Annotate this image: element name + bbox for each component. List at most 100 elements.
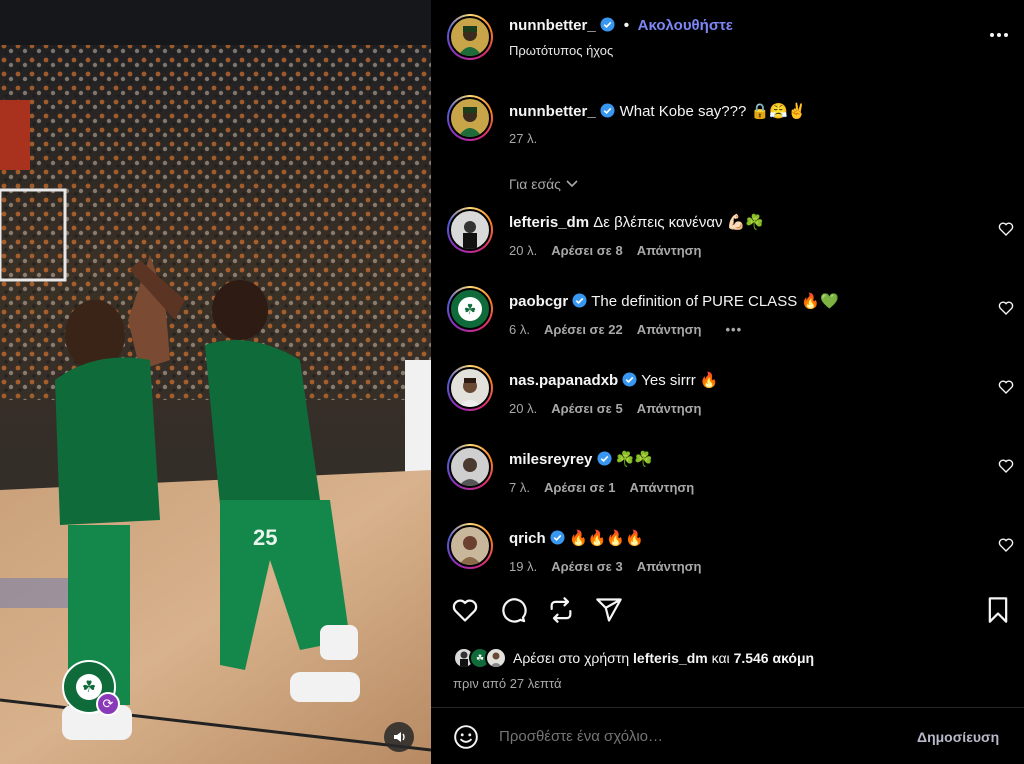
comment-line: milesreyrey ☘️☘️ — [509, 450, 653, 468]
jersey-number: 25 — [253, 525, 277, 550]
comment-text: ☘️☘️ — [615, 451, 654, 468]
comment-time: 7 λ. — [509, 480, 530, 495]
reply-button[interactable]: Απάντηση — [629, 480, 694, 495]
commenter-avatar[interactable]: ☘ — [447, 286, 493, 332]
comment-time: 20 λ. — [509, 243, 538, 258]
emoji-icon[interactable] — [453, 724, 479, 750]
commenter-username[interactable]: qrich — [509, 530, 546, 547]
comment-time: 6 λ. — [509, 322, 530, 337]
verified-badge-icon — [597, 451, 612, 466]
comment-button[interactable] — [497, 594, 529, 626]
post-side-panel: nunnbetter_ • Ακολουθήστε Πρωτότυπος ήχο… — [431, 0, 1024, 764]
follow-button[interactable]: Ακολουθήστε — [638, 17, 733, 34]
reply-button[interactable]: Απάντηση — [637, 322, 702, 337]
comment-line: qrich 🔥🔥🔥🔥 — [509, 529, 644, 547]
commenter-avatar[interactable] — [447, 207, 493, 253]
comment-sort-dropdown[interactable]: Για εσάς — [509, 176, 579, 192]
comment-text: Yes sirrr 🔥 — [641, 372, 719, 389]
caption-line: nunnbetter_ What Kobe say??? 🔒😤✌️ — [509, 102, 807, 121]
comment-likes-button[interactable]: Αρέσει σε 3 — [551, 559, 623, 574]
commenter-avatar[interactable] — [447, 365, 493, 411]
comment-item: nas.papanadxb Yes sirrr 🔥 20 λ. Αρέσει σ… — [431, 365, 1024, 444]
likes-user[interactable]: lefteris_dm — [633, 650, 708, 666]
comment-text: 🔥🔥🔥🔥 — [569, 530, 644, 547]
comment-meta: 20 λ. Αρέσει σε 5 Απάντηση — [509, 401, 701, 416]
comment-meta: 19 λ. Αρέσει σε 3 Απάντηση — [509, 559, 701, 574]
heart-icon — [452, 599, 478, 622]
likes-count-button[interactable]: 7.546 ακόμη — [734, 650, 815, 666]
likes-middle: και — [711, 650, 730, 666]
separator-dot: • — [623, 17, 630, 34]
commenter-avatar[interactable] — [447, 444, 493, 490]
clover-icon: ☘ — [458, 297, 482, 321]
author-avatar[interactable] — [447, 14, 493, 60]
clover-icon: ☘ — [475, 652, 485, 663]
verified-badge-icon — [600, 103, 615, 118]
commenter-username[interactable]: paobcgr — [509, 293, 568, 310]
likes-prefix: Αρέσει στο χρήστη — [513, 650, 630, 666]
author-username[interactable]: nunnbetter_ — [509, 17, 596, 34]
verified-badge-icon — [600, 17, 615, 32]
video-frame: 25 — [0, 0, 431, 764]
instagram-post-viewer: 25 ☘ ⟳ nunnbetter_ • Ακολουθήστε Πρωτότυ… — [0, 0, 1024, 764]
commenter-username[interactable]: lefteris_dm — [509, 214, 589, 231]
post-header: nunnbetter_ • Ακολουθήστε Πρωτότυπος ήχο… — [431, 0, 1024, 75]
caption-time: 27 λ. — [509, 131, 538, 146]
commenter-avatar[interactable] — [447, 523, 493, 569]
comment-meta: 20 λ. Αρέσει σε 8 Απάντηση — [509, 243, 701, 258]
comment-icon — [502, 598, 527, 623]
more-options-icon[interactable] — [986, 25, 1012, 45]
comment-text: Δε βλέπεις κανέναν 💪🏻☘️ — [593, 214, 765, 231]
audio-icon — [394, 732, 405, 742]
posted-time: πριν από 27 λεπτά — [453, 676, 562, 691]
caption-text: What Kobe say??? 🔒😤✌️ — [619, 103, 807, 120]
share-button[interactable] — [593, 594, 625, 626]
post-comment-button[interactable]: Δημοσίευση — [917, 729, 999, 745]
caption-author-avatar[interactable] — [447, 95, 493, 141]
chevron-down-icon — [566, 180, 578, 188]
comment-meta: 6 λ. Αρέσει σε 22 Απάντηση ••• — [509, 322, 742, 337]
heart-icon[interactable] — [998, 379, 1014, 395]
commenter-username[interactable]: milesreyrey — [509, 451, 592, 468]
comment-more-options[interactable]: ••• — [725, 322, 742, 337]
comment-input[interactable] — [499, 728, 879, 745]
heart-icon[interactable] — [998, 537, 1014, 553]
save-button[interactable] — [982, 594, 1014, 626]
action-bar — [431, 594, 1024, 630]
heart-icon[interactable] — [998, 458, 1014, 474]
comment-line: nas.papanadxb Yes sirrr 🔥 — [509, 371, 719, 389]
reply-button[interactable]: Απάντηση — [637, 559, 702, 574]
post-media[interactable]: 25 ☘ ⟳ — [0, 0, 431, 764]
heart-icon[interactable] — [998, 300, 1014, 316]
author-line: nunnbetter_ • Ακολουθήστε — [509, 17, 733, 35]
comment-item: ☘ paobcgr The definition of PURE CLASS 🔥… — [431, 286, 1024, 365]
like-button[interactable] — [449, 594, 481, 626]
comment-likes-button[interactable]: Αρέσει σε 22 — [544, 322, 623, 337]
reply-button[interactable]: Απάντηση — [637, 401, 702, 416]
repost-button[interactable] — [545, 594, 577, 626]
comment-item: lefteris_dm Δε βλέπεις κανέναν 💪🏻☘️ 20 λ… — [431, 207, 1024, 286]
comment-text: The definition of PURE CLASS 🔥💚 — [591, 293, 839, 310]
comment-likes-button[interactable]: Αρέσει σε 5 — [551, 401, 623, 416]
remix-icon[interactable]: ⟳ — [96, 692, 120, 716]
comment-meta: 7 λ. Αρέσει σε 1 Απάντηση — [509, 480, 694, 495]
comment-item: milesreyrey ☘️☘️ 7 λ. Αρέσει σε 1 Απάντη… — [431, 444, 1024, 523]
audio-label[interactable]: Πρωτότυπος ήχος — [509, 43, 613, 58]
comment-likes-button[interactable]: Αρέσει σε 8 — [551, 243, 623, 258]
liker-avatar[interactable] — [485, 647, 507, 669]
commenter-username[interactable]: nas.papanadxb — [509, 372, 618, 389]
repost-icon — [550, 597, 572, 623]
verified-badge-icon — [622, 372, 637, 387]
caption-avatar-image — [458, 107, 482, 137]
comment-time: 19 λ. — [509, 559, 538, 574]
verified-badge-icon — [572, 293, 587, 308]
reply-button[interactable]: Απάντηση — [637, 243, 702, 258]
heart-icon[interactable] — [998, 221, 1014, 237]
comment-item: qrich 🔥🔥🔥🔥 19 λ. Αρέσει σε 3 Απάντηση — [431, 523, 1024, 602]
verified-badge-icon — [550, 530, 565, 545]
comment-likes-button[interactable]: Αρέσει σε 1 — [544, 480, 616, 495]
bookmark-icon — [988, 597, 1008, 623]
audio-toggle-button[interactable] — [384, 722, 414, 752]
caption-username[interactable]: nunnbetter_ — [509, 103, 596, 120]
share-icon — [596, 598, 622, 622]
